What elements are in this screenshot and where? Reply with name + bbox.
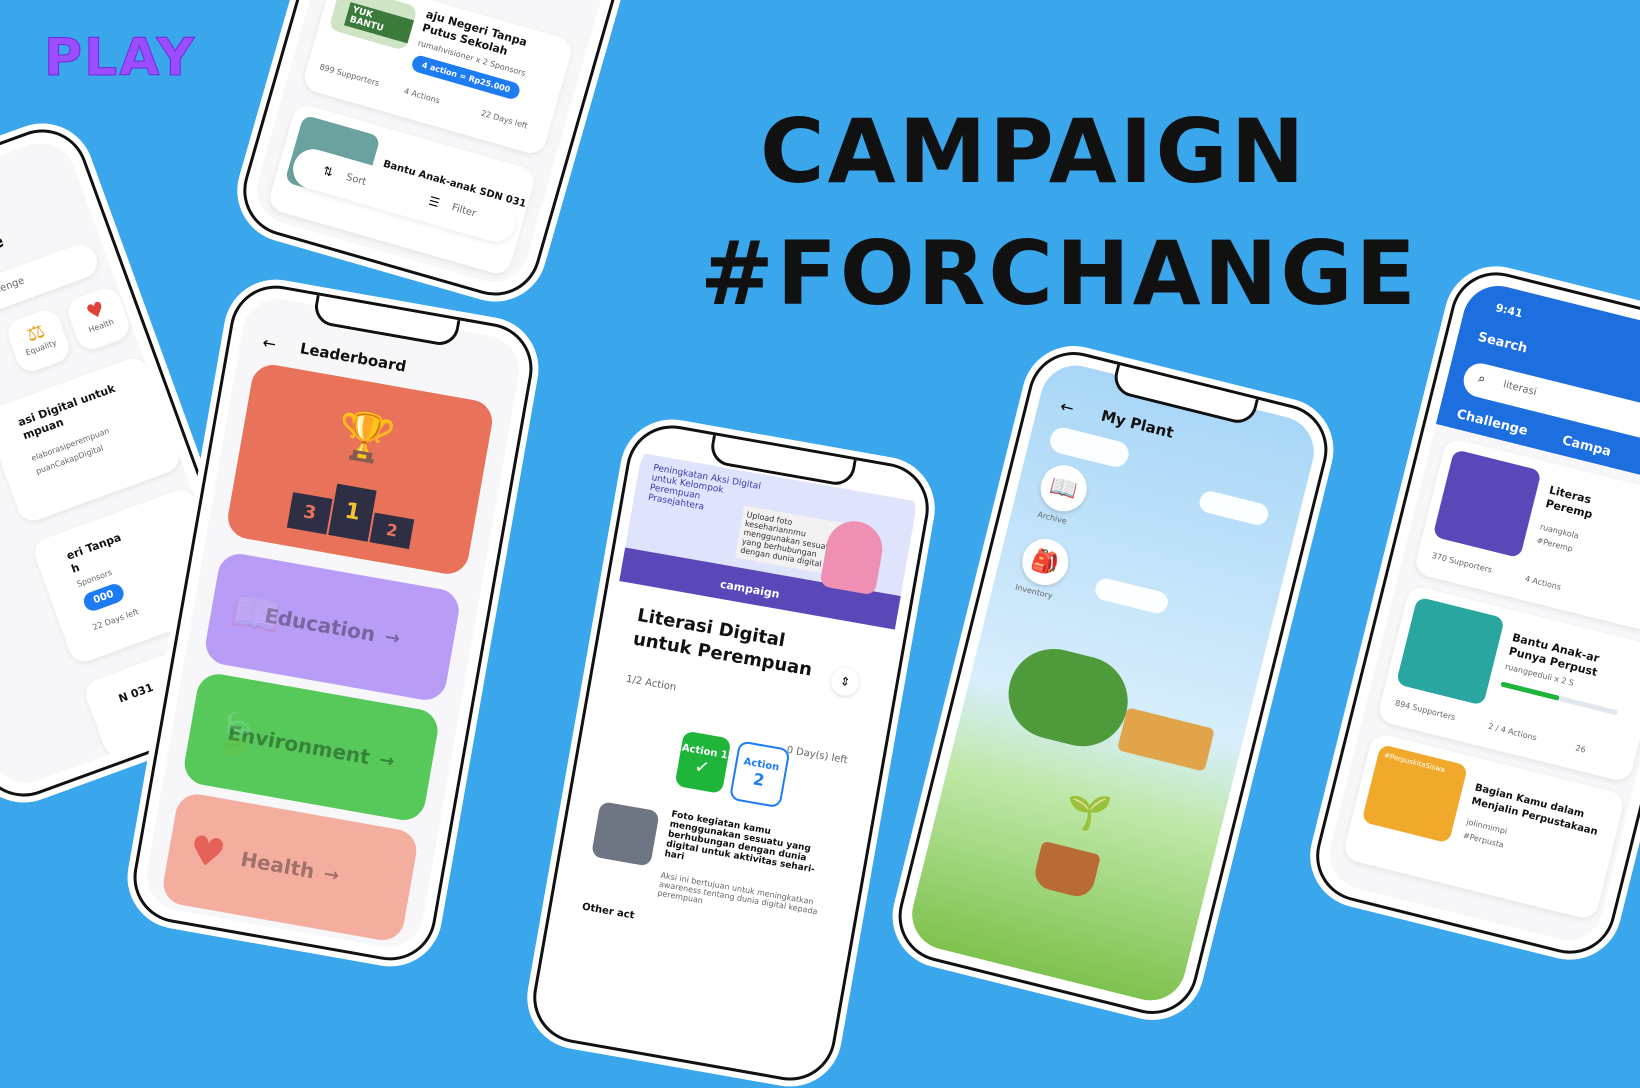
progress-fill (1500, 681, 1560, 701)
trophy-icon: 🏆 (332, 405, 399, 469)
check-icon: ✓ (692, 756, 712, 780)
trophy-banner: 🏆 3 1 2 (224, 361, 496, 578)
search-placeholder: Challenge (0, 275, 26, 303)
phone-screen: Peningkatan Aksi Digital untuk Kelompok … (541, 433, 921, 1073)
arrow-right-icon: → (377, 748, 397, 773)
thumbnail-label: #PerpuskitaSiswa (1383, 751, 1446, 775)
card-tag: #Peremp (1535, 535, 1574, 554)
action-2-button[interactable]: Action 2 (728, 740, 791, 809)
days-left: 22 Days left (479, 108, 529, 131)
card-title: eri Tanpa (64, 530, 123, 563)
phone-leaderboard: ← Leaderboard 🏆 3 1 2 📖 Education → 🍃 Env… (126, 278, 540, 968)
supporters-count: 894 Supporters (1394, 698, 1457, 723)
action-number: 2 (751, 769, 766, 791)
card-title: h (69, 560, 82, 576)
expand-icon[interactable]: ⇕ (828, 665, 862, 698)
podium-second: 2 (369, 512, 415, 550)
actions-count: 4 Actions (402, 86, 441, 106)
podium-first: 1 (328, 483, 377, 542)
actions-count: 4 Actions (1524, 574, 1562, 592)
sort-button[interactable]: Sort (345, 172, 368, 188)
progress-bar (1500, 681, 1618, 716)
days-left: 0 Day(s) left (785, 744, 849, 767)
arrow-right-icon: → (383, 625, 402, 650)
phone-campaign-list: YUK BANTU aju Negeri Tanpa Putus Sekolah… (232, 0, 694, 307)
scales-icon: ⚖ (168, 924, 212, 953)
supporters-count: 370 Supporters (1430, 550, 1494, 575)
phone-screen: ← Leaderboard 🏆 3 1 2 📖 Education → 🍃 Env… (141, 293, 525, 953)
heart-icon: ♥ (185, 826, 229, 879)
campaign-thumbnail: YUK BANTU (328, 0, 418, 52)
campaign-thumbnail: #PerpuskitaSiswa (1361, 744, 1469, 844)
filter-button[interactable]: Filter (450, 202, 477, 219)
action-1-button[interactable]: Action 1 ✓ (674, 730, 732, 795)
supporters-count: 899 Supporters (318, 62, 381, 88)
card-title: N 031 (116, 680, 156, 706)
podium: 3 1 2 (286, 476, 418, 550)
search-query: literasi (1502, 379, 1538, 399)
phone-my-plant: ← My Plant 📖 Archive 🎒 Inventory 🌱 (888, 342, 1338, 1024)
category-equality[interactable]: ⚖ Equality (3, 306, 74, 376)
campaign-thumbnail (1432, 449, 1542, 559)
page-title: nge (0, 230, 7, 264)
arrow-right-icon: → (322, 862, 341, 887)
book-icon: 📖 (1047, 472, 1080, 504)
thumbnail-label: YUK BANTU (343, 2, 415, 44)
headline-campaign: CAMPAIGN (760, 100, 1308, 203)
leaf-icon: 🍃 (206, 707, 264, 762)
campaign-banner: Peningkatan Aksi Digital untuk Kelompok … (619, 452, 918, 630)
other-actions-heading: Other act (581, 901, 636, 922)
podium-third: 3 (286, 492, 333, 535)
action-progress: 1/2 Action (625, 673, 678, 694)
page-title: Leaderboard (298, 339, 408, 376)
category-health[interactable]: ♥ Health (64, 284, 134, 354)
card-days: 22 Days left (91, 607, 140, 633)
card-title: asi Digital untuk (16, 381, 117, 430)
campaign-thumbnail (1395, 596, 1505, 706)
sort-icon: ⇅ (321, 163, 335, 180)
book-icon: 📖 (227, 587, 285, 642)
actions-count: 2 / 4 Actions (1487, 721, 1538, 743)
action-pill[interactable]: 000 (81, 581, 127, 614)
back-arrow-icon[interactable]: ← (261, 333, 278, 354)
task-thumbnail (590, 801, 660, 867)
brand-logo: PLAY (43, 28, 197, 89)
phone-screen: 9:41 Search ⌕ literasi Challenge Campa L… (1322, 278, 1640, 948)
headline-forchange: #FORCHANGE (700, 222, 1419, 325)
filter-icon: ☰ (427, 193, 442, 211)
days-left: 26 (1574, 743, 1587, 755)
phone-screen: YUK BANTU aju Negeri Tanpa Putus Sekolah… (248, 0, 678, 291)
category-label: Health (238, 846, 317, 884)
search-icon: ⌕ (1476, 370, 1488, 388)
phone-search: 9:41 Search ⌕ literasi Challenge Campa L… (1306, 262, 1640, 964)
phone-screen: ← My Plant 📖 Archive 🎒 Inventory 🌱 (904, 358, 1322, 1008)
phone-campaign-detail: Peningkatan Aksi Digital untuk Kelompok … (525, 418, 937, 1088)
backpack-icon: 🎒 (1028, 546, 1062, 578)
